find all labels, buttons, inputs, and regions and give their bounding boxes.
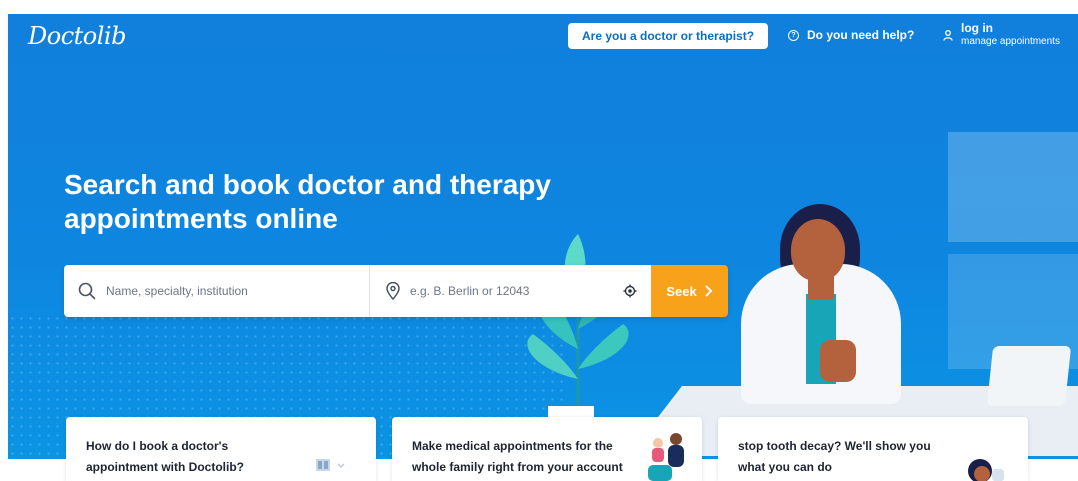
info-card[interactable]: How do I book a doctor's appointment wit… bbox=[66, 417, 376, 481]
doctor-hand bbox=[820, 340, 856, 382]
chevron-right-icon bbox=[705, 285, 713, 297]
location-pin-icon bbox=[386, 282, 400, 300]
help-link[interactable]: ? Do you need help? bbox=[788, 28, 914, 42]
location-search-input[interactable] bbox=[408, 283, 615, 299]
seek-label: Seek bbox=[666, 283, 697, 299]
doctor-head bbox=[791, 219, 845, 281]
book-icon bbox=[316, 459, 345, 471]
locate-me-icon[interactable] bbox=[623, 284, 637, 298]
dentist-illustration-icon bbox=[968, 459, 1004, 481]
manage-appointments-label: manage appointments bbox=[961, 36, 1060, 47]
seek-button[interactable]: Seek bbox=[651, 265, 728, 317]
login-link[interactable]: log in manage appointments bbox=[943, 21, 1060, 47]
login-label: log in bbox=[961, 21, 993, 35]
search-icon bbox=[78, 282, 96, 300]
info-card-text: How do I book a doctor's appointment wit… bbox=[86, 439, 244, 474]
plant-illustration bbox=[527, 234, 629, 419]
info-card-text: stop tooth decay? We'll show you what yo… bbox=[738, 439, 931, 474]
user-icon bbox=[943, 30, 953, 41]
doctor-or-therapist-button[interactable]: Are you a doctor or therapist? bbox=[568, 23, 769, 49]
name-search-input[interactable] bbox=[104, 283, 355, 299]
family-illustration-icon bbox=[648, 433, 684, 481]
location-search-field bbox=[369, 265, 651, 317]
info-card[interactable]: stop tooth decay? We'll show you what yo… bbox=[718, 417, 1028, 481]
help-circle-icon: ? bbox=[788, 29, 799, 41]
info-card-text: Make medical appointments for the whole … bbox=[412, 439, 623, 474]
doctolib-logo[interactable]: Doctolib bbox=[28, 22, 126, 50]
hero-section: Doctolib Are you a doctor or therapist? … bbox=[8, 14, 1078, 459]
hero-headline: Search and book doctor and therapy appoi… bbox=[64, 169, 551, 234]
name-search-field bbox=[64, 265, 369, 317]
background-window bbox=[948, 132, 1078, 242]
laptop-illustration bbox=[986, 346, 1072, 406]
help-label: Do you need help? bbox=[807, 28, 915, 42]
info-card[interactable]: Make medical appointments for the whole … bbox=[392, 417, 702, 481]
search-bar: Seek bbox=[64, 265, 728, 317]
